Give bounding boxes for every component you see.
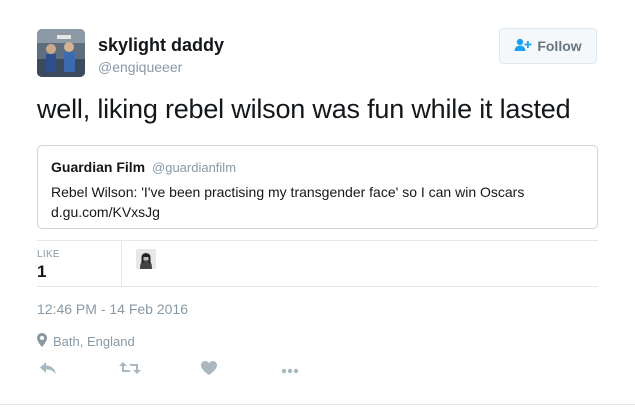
quoted-tweet-card[interactable]: Guardian Film @guardianfilm Rebel Wilson… bbox=[37, 145, 598, 229]
more-icon bbox=[281, 361, 299, 379]
tweet-timestamp[interactable]: 12:46 PM - 14 Feb 2016 bbox=[37, 301, 188, 317]
add-user-icon bbox=[514, 38, 532, 55]
quoted-text-line: Rebel Wilson: 'I've been practising my t… bbox=[51, 184, 525, 200]
quoted-screen-name: @guardianfilm bbox=[152, 160, 237, 175]
bottom-border bbox=[0, 404, 635, 405]
author-avatar[interactable] bbox=[37, 29, 85, 77]
divider bbox=[37, 286, 598, 287]
author-display-name[interactable]: skylight daddy bbox=[98, 35, 224, 56]
quoted-display-name: Guardian Film bbox=[51, 159, 146, 175]
liker-avatar[interactable] bbox=[136, 249, 156, 269]
heart-icon bbox=[201, 360, 217, 380]
location-label: Bath, England bbox=[53, 334, 135, 349]
map-pin-icon bbox=[37, 333, 47, 350]
quoted-tweet-text: Rebel Wilson: 'I've been practising my t… bbox=[51, 182, 524, 222]
quoted-link: d.gu.com/KVxsJg bbox=[51, 204, 160, 220]
quoted-author: Guardian Film @guardianfilm bbox=[51, 159, 236, 175]
tweet-text: well, liking rebel wilson was fun while … bbox=[37, 94, 571, 124]
retweet-icon bbox=[119, 361, 141, 380]
reply-icon bbox=[39, 361, 57, 380]
more-button[interactable] bbox=[279, 360, 301, 380]
author-screen-name[interactable]: @engiqueeer bbox=[98, 59, 182, 75]
follow-button-label: Follow bbox=[537, 38, 582, 54]
follow-button[interactable]: Follow bbox=[499, 28, 597, 64]
likes-label: LIKE bbox=[37, 249, 60, 260]
like-button[interactable] bbox=[198, 360, 220, 380]
tweet-location[interactable]: Bath, England bbox=[37, 333, 135, 350]
reply-button[interactable] bbox=[37, 360, 59, 380]
retweet-button[interactable] bbox=[119, 360, 141, 380]
stats-separator bbox=[121, 240, 122, 286]
likes-count[interactable]: 1 bbox=[37, 262, 46, 282]
